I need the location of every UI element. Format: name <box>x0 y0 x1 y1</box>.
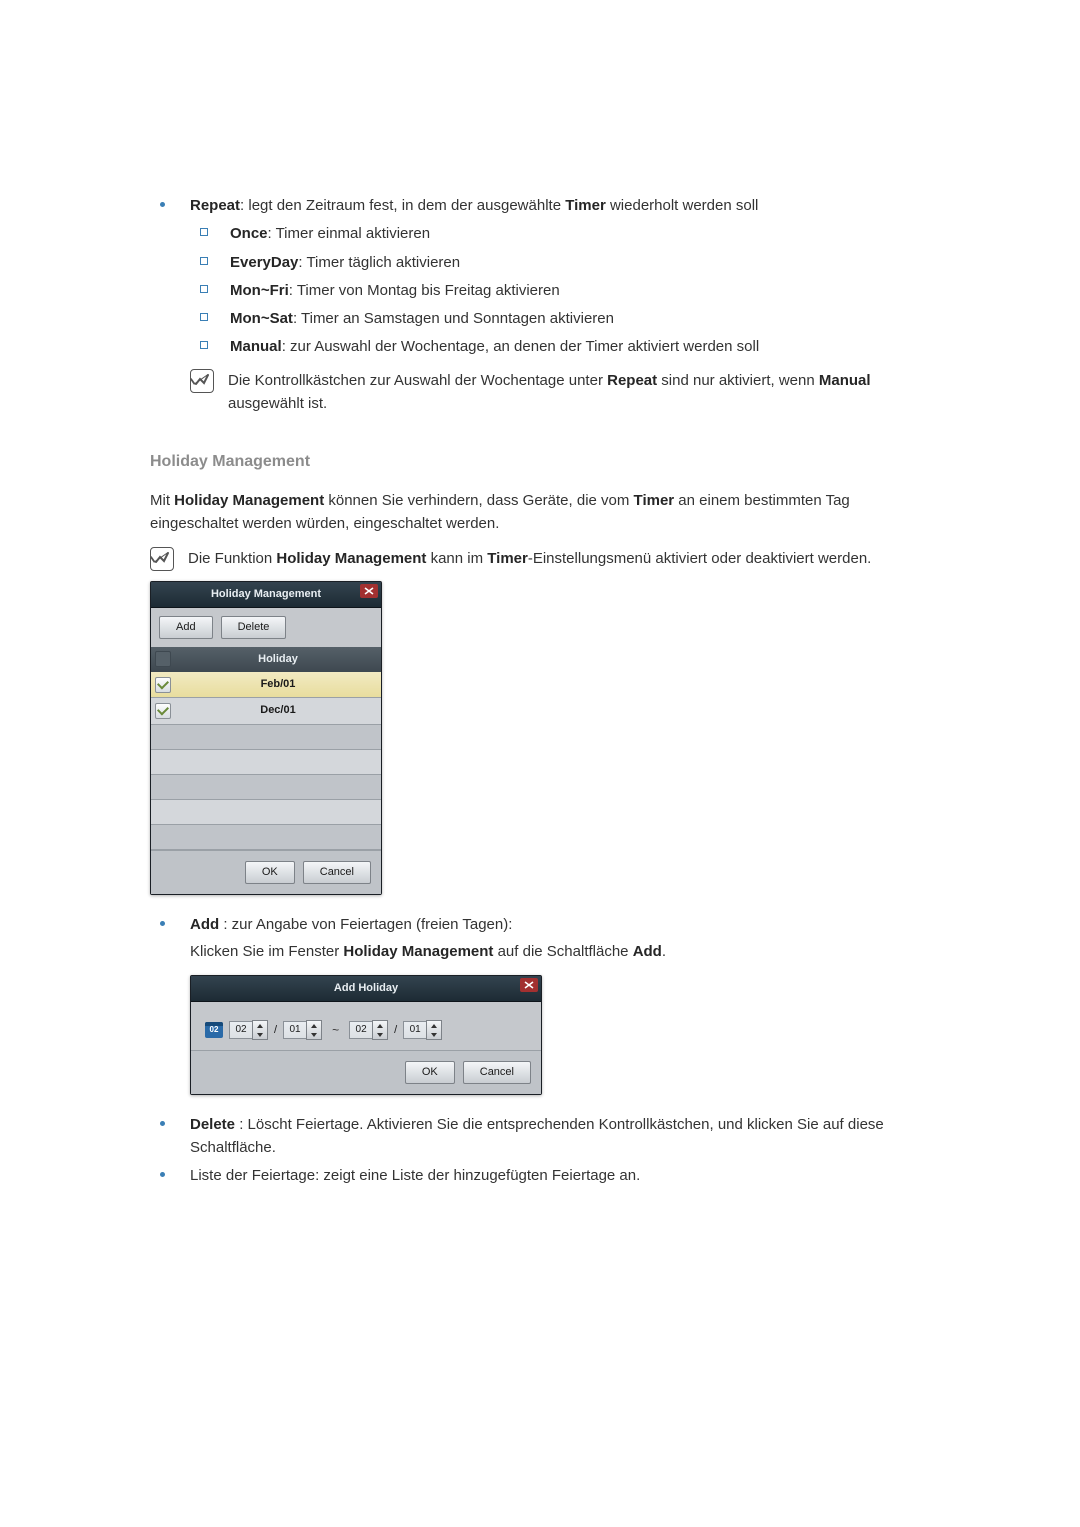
note-icon <box>190 369 214 393</box>
month-end-field[interactable]: 02 <box>349 1021 372 1039</box>
row-checkbox[interactable] <box>155 703 171 719</box>
close-icon <box>364 587 374 595</box>
chevron-down-icon <box>377 1033 383 1037</box>
chevron-up-icon <box>431 1024 437 1028</box>
dialog-titlebar[interactable]: Holiday Management <box>151 582 381 608</box>
cancel-button[interactable]: Cancel <box>303 861 371 884</box>
add-holiday-dialog: Add Holiday 02 02 / 01 ~ 02 / 01 <box>190 975 542 1095</box>
month-start-spinner[interactable]: 02 <box>229 1020 268 1040</box>
note-hm: Die Funktion Holiday Management kann im … <box>150 547 930 571</box>
sub-once: Once: Timer einmal aktivieren <box>150 222 930 245</box>
dialog-title: Add Holiday <box>334 982 398 994</box>
day-end-field[interactable]: 01 <box>403 1021 426 1039</box>
close-button[interactable] <box>520 978 538 992</box>
row-checkbox[interactable] <box>155 677 171 693</box>
calendar-icon[interactable]: 02 <box>205 1022 223 1038</box>
date-sep: / <box>394 1022 397 1039</box>
dialog-body: 02 02 / 01 ~ 02 / 01 <box>191 1002 541 1050</box>
dialog-titlebar[interactable]: Add Holiday <box>191 976 541 1002</box>
holiday-management-dialog: Holiday Management Add Delete Holiday Fe… <box>150 581 382 894</box>
day-end-spinner[interactable]: 01 <box>403 1020 442 1040</box>
sub-monsat: Mon~Sat: Timer an Samstagen und Sonntage… <box>150 307 930 330</box>
day-start-field[interactable]: 01 <box>283 1021 306 1039</box>
table-row-empty <box>151 750 381 775</box>
repeat-label: Repeat <box>190 197 240 214</box>
chevron-down-icon <box>257 1033 263 1037</box>
holiday-cell: Dec/01 <box>175 698 381 723</box>
day-start-spinner[interactable]: 01 <box>283 1020 322 1040</box>
table-row-empty <box>151 775 381 800</box>
column-holiday: Holiday <box>179 651 377 668</box>
table-row-empty <box>151 800 381 825</box>
ok-button[interactable]: OK <box>245 861 295 884</box>
note-icon <box>150 547 174 571</box>
table-row-empty <box>151 725 381 750</box>
range-tilde: ~ <box>328 1021 343 1040</box>
date-sep: / <box>274 1022 277 1039</box>
chevron-up-icon <box>377 1024 383 1028</box>
table-row-empty <box>151 825 381 850</box>
chevron-down-icon <box>311 1033 317 1037</box>
bullet-add: Add : zur Angabe von Feiertagen (freien … <box>150 913 930 936</box>
chevron-up-icon <box>311 1024 317 1028</box>
bullet-delete: Delete : Löscht Feiertage. Aktivieren Si… <box>150 1113 930 1160</box>
close-button[interactable] <box>360 584 378 598</box>
close-icon <box>524 981 534 989</box>
chevron-down-icon <box>431 1033 437 1037</box>
table-header: Holiday <box>151 647 381 672</box>
add-button[interactable]: Add <box>159 616 213 639</box>
bullet-list: Liste der Feiertage: zeigt eine Liste de… <box>150 1164 930 1187</box>
month-start-field[interactable]: 02 <box>229 1021 252 1039</box>
month-end-spinner[interactable]: 02 <box>349 1020 388 1040</box>
holiday-cell: Feb/01 <box>175 672 381 697</box>
spinner-buttons[interactable] <box>306 1020 322 1040</box>
cancel-button[interactable]: Cancel <box>463 1061 531 1084</box>
delete-button[interactable]: Delete <box>221 616 287 639</box>
sub-everyday: EveryDay: Timer täglich aktivieren <box>150 251 930 274</box>
spinner-buttons[interactable] <box>252 1020 268 1040</box>
note-manual: Die Kontrollkästchen zur Auswahl der Woc… <box>190 369 930 416</box>
table-row[interactable]: Dec/01 <box>151 698 381 724</box>
dialog-footer: OK Cancel <box>191 1050 541 1094</box>
select-all-checkbox[interactable] <box>155 651 171 667</box>
hm-paragraph: Mit Holiday Management können Sie verhin… <box>150 489 930 536</box>
chevron-up-icon <box>257 1024 263 1028</box>
dialog-footer: OK Cancel <box>151 850 381 894</box>
table-row[interactable]: Feb/01 <box>151 672 381 698</box>
holiday-management-title: Holiday Management <box>150 450 930 475</box>
bullet-repeat: Repeat: legt den Zeitraum fest, in dem d… <box>150 194 930 217</box>
spinner-buttons[interactable] <box>372 1020 388 1040</box>
sub-monfri: Mon~Fri: Timer von Montag bis Freitag ak… <box>150 279 930 302</box>
spinner-buttons[interactable] <box>426 1020 442 1040</box>
dialog-title: Holiday Management <box>211 588 321 600</box>
sub-manual: Manual: zur Auswahl der Wochentage, an d… <box>150 335 930 358</box>
ok-button[interactable]: OK <box>405 1061 455 1084</box>
add-instruction: Klicken Sie im Fenster Holiday Managemen… <box>190 940 930 963</box>
dialog-toolbar: Add Delete <box>151 608 381 647</box>
